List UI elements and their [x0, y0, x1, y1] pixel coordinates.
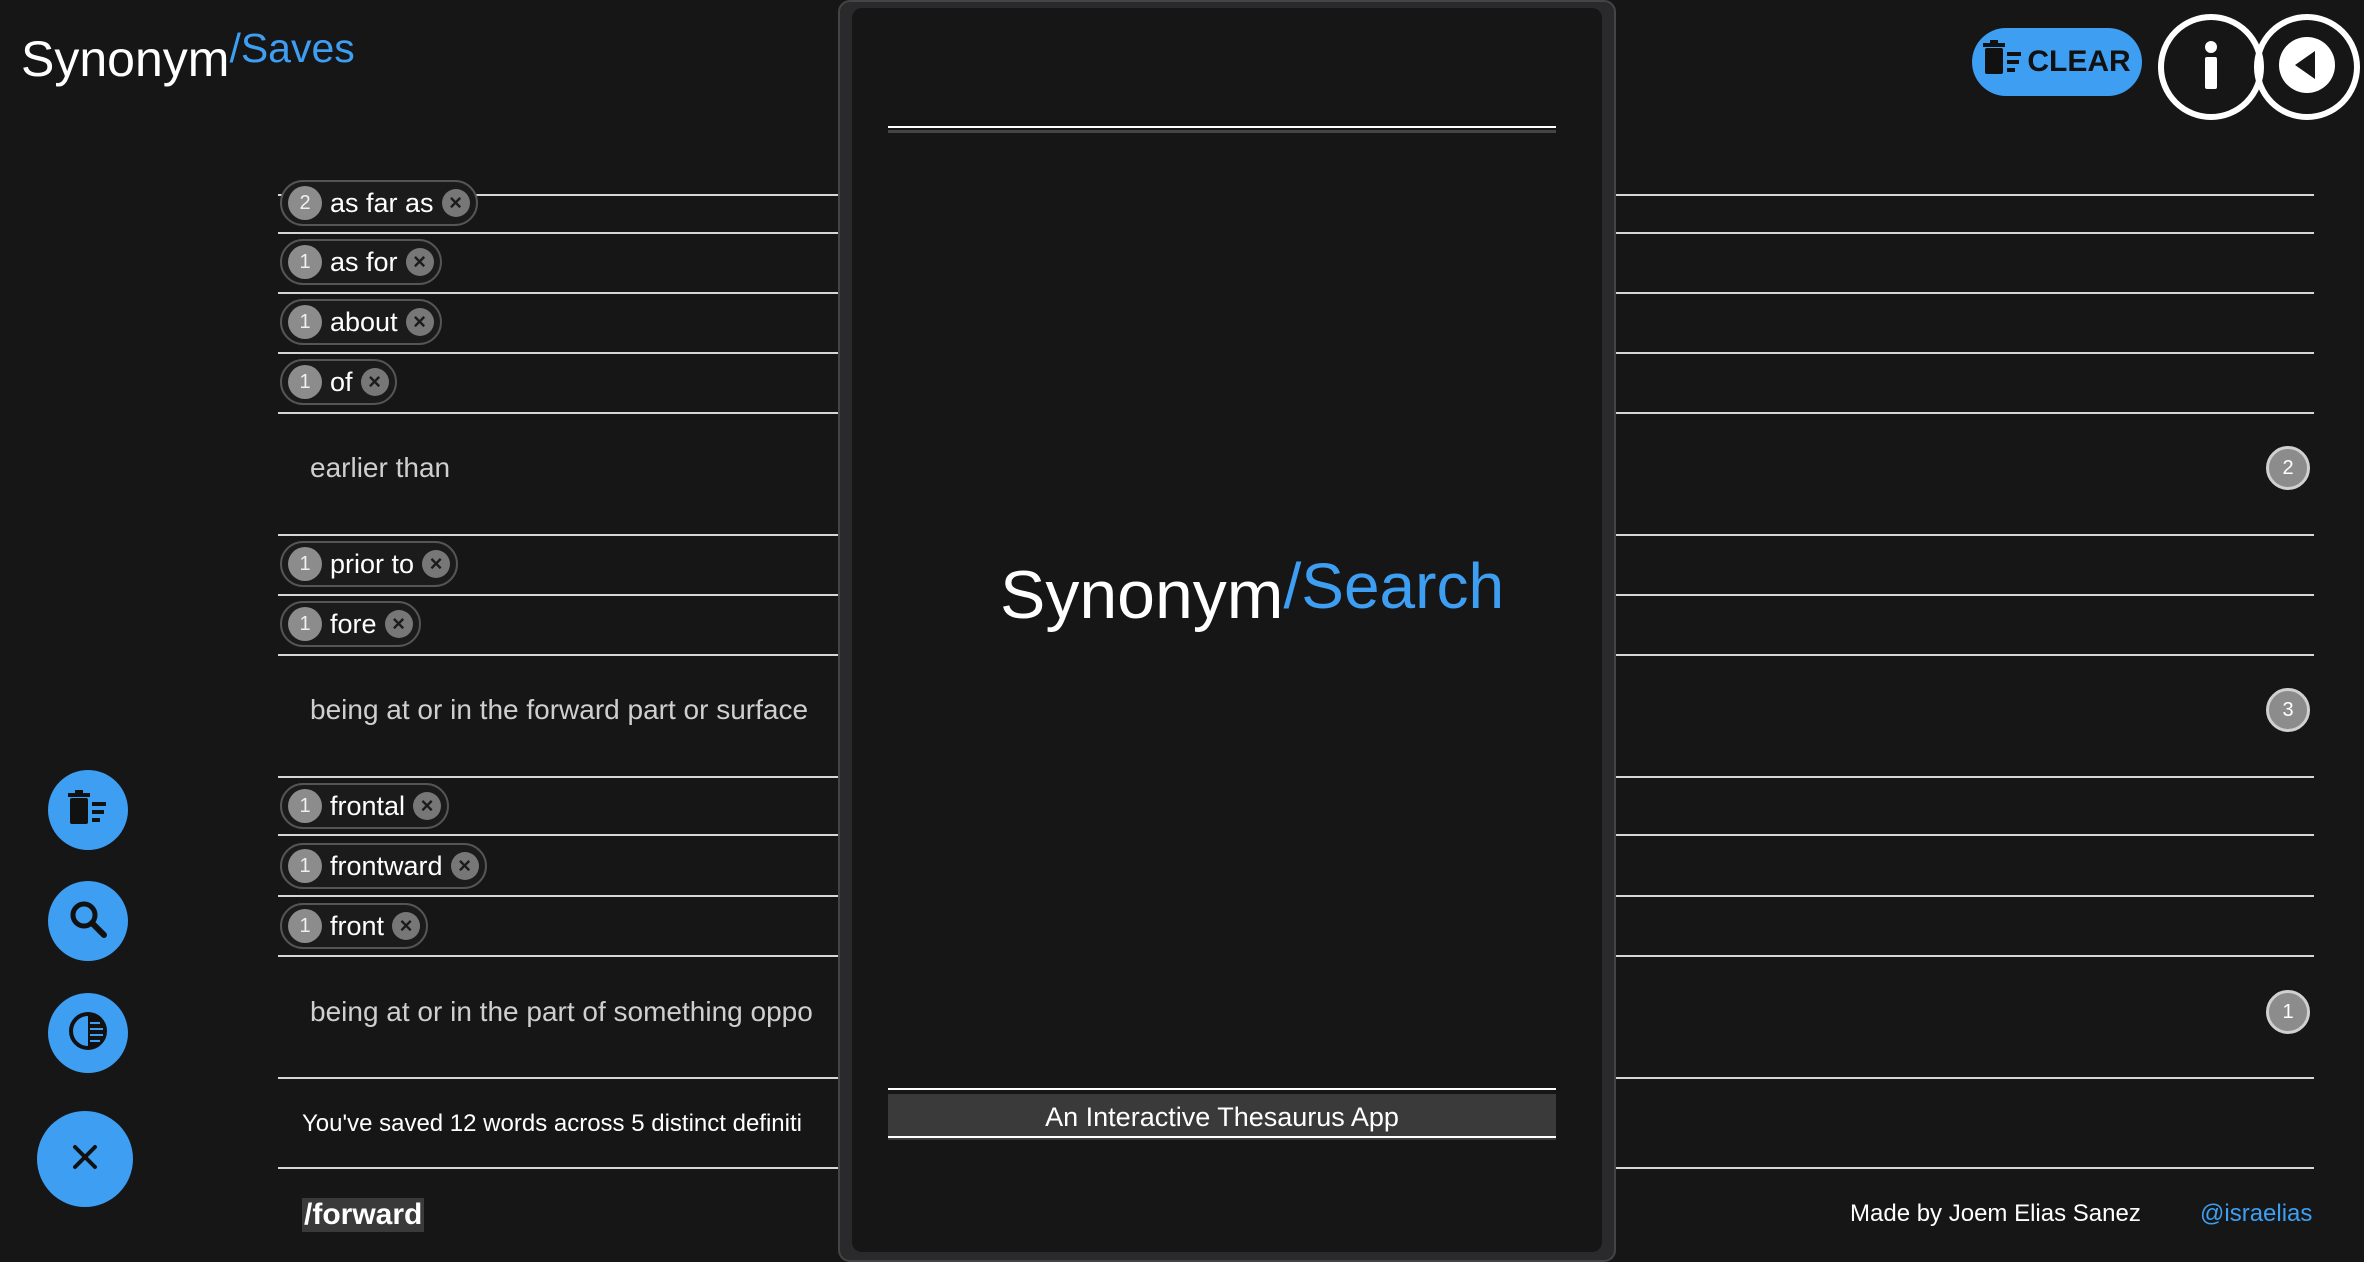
delete-saves-button[interactable]	[48, 770, 128, 850]
remove-word-icon[interactable]: ×	[405, 248, 434, 276]
saved-word[interactable]: fore	[330, 609, 377, 640]
modal-divider	[888, 126, 1556, 128]
word-count-badge: 1	[288, 607, 322, 641]
modal-brand-accent: /Search	[1283, 550, 1505, 622]
remove-word-icon[interactable]: ×	[450, 852, 479, 880]
remove-word-icon[interactable]: ×	[422, 550, 451, 578]
author-handle-link[interactable]: @israelias	[2200, 1200, 2312, 1228]
splash-modal-content: Synonym/Search An Interactive Thesaurus …	[852, 8, 1602, 1252]
saved-word[interactable]: as far as	[330, 188, 434, 219]
word-count-badge: 1	[288, 909, 322, 943]
modal-divider	[888, 1088, 1556, 1090]
word-count-badge: 1	[288, 305, 322, 339]
brand-name: Synonym	[21, 31, 230, 87]
word-count-badge: 1	[288, 849, 322, 883]
saved-word[interactable]: as for	[330, 247, 398, 278]
saved-word-chip[interactable]: 1 frontal ×	[280, 783, 450, 829]
saved-word[interactable]: of	[330, 367, 353, 398]
definition-count-badge: 2	[2266, 446, 2310, 490]
word-count-badge: 1	[288, 547, 322, 581]
brand-accent: /Saves	[229, 25, 355, 71]
search-icon	[68, 899, 108, 944]
saved-word-chip[interactable]: 1 prior to ×	[280, 541, 459, 587]
saved-word-chip[interactable]: 1 frontward ×	[280, 843, 487, 889]
clear-button-label: CLEAR	[2027, 45, 2131, 78]
info-icon	[2181, 35, 2241, 100]
remove-word-icon[interactable]: ×	[413, 792, 442, 820]
saved-summary: You've saved 12 words across 5 distinct …	[302, 1110, 802, 1137]
back-button[interactable]	[2254, 14, 2360, 120]
app-brand[interactable]: Synonym/Saves	[21, 25, 355, 88]
saved-word[interactable]: front	[330, 911, 384, 942]
trash-list-icon	[68, 789, 108, 831]
remove-word-icon[interactable]: ×	[441, 189, 470, 217]
definition-count-badge: 1	[2266, 990, 2310, 1034]
saved-word[interactable]: frontward	[330, 851, 443, 882]
author-credit: Made by Joem Elias Sanez	[1850, 1200, 2141, 1227]
info-button[interactable]	[2158, 14, 2264, 120]
modal-divider	[888, 130, 1556, 133]
word-count-badge: 1	[288, 789, 322, 823]
word-count-badge: 2	[288, 186, 322, 220]
saved-word-chip[interactable]: 1 of ×	[280, 359, 397, 405]
saved-word-chip[interactable]: 2 as far as ×	[280, 180, 478, 226]
search-button[interactable]	[48, 881, 128, 961]
back-arrow-icon	[2277, 35, 2337, 100]
splash-modal[interactable]: Synonym/Search An Interactive Thesaurus …	[838, 0, 1616, 1262]
modal-divider	[888, 1136, 1556, 1138]
word-count-badge: 1	[288, 365, 322, 399]
definition-text[interactable]: being at or in the part of something opp…	[310, 996, 813, 1028]
close-icon	[69, 1141, 101, 1178]
saved-word-chip[interactable]: 1 about ×	[280, 299, 442, 345]
current-word-slug[interactable]: /forward	[302, 1198, 425, 1232]
remove-word-icon[interactable]: ×	[392, 912, 421, 940]
app-tagline: An Interactive Thesaurus App	[888, 1094, 1556, 1140]
saved-word[interactable]: frontal	[330, 791, 405, 822]
theme-toggle-button[interactable]	[48, 993, 128, 1073]
saved-word-chip[interactable]: 1 front ×	[280, 903, 429, 949]
modal-brand: Synonym/Search	[1000, 550, 1504, 634]
definition-count-badge: 3	[2266, 688, 2310, 732]
saved-word[interactable]: prior to	[330, 549, 414, 580]
definition-text[interactable]: earlier than	[310, 452, 450, 484]
remove-word-icon[interactable]: ×	[405, 308, 434, 336]
saved-word-chip[interactable]: 1 as for ×	[280, 239, 442, 285]
saved-word-chip[interactable]: 1 fore ×	[280, 601, 421, 647]
clear-button[interactable]: CLEAR	[1972, 28, 2142, 96]
word-count-badge: 1	[288, 245, 322, 279]
definition-text[interactable]: being at or in the forward part or surfa…	[310, 694, 808, 726]
saved-word[interactable]: about	[330, 307, 398, 338]
trash-list-icon	[1983, 40, 2023, 84]
modal-brand-name: Synonym	[1000, 557, 1284, 633]
close-menu-button[interactable]	[37, 1111, 133, 1207]
remove-word-icon[interactable]: ×	[384, 610, 413, 638]
remove-word-icon[interactable]: ×	[360, 368, 389, 396]
contrast-icon	[66, 1009, 110, 1058]
